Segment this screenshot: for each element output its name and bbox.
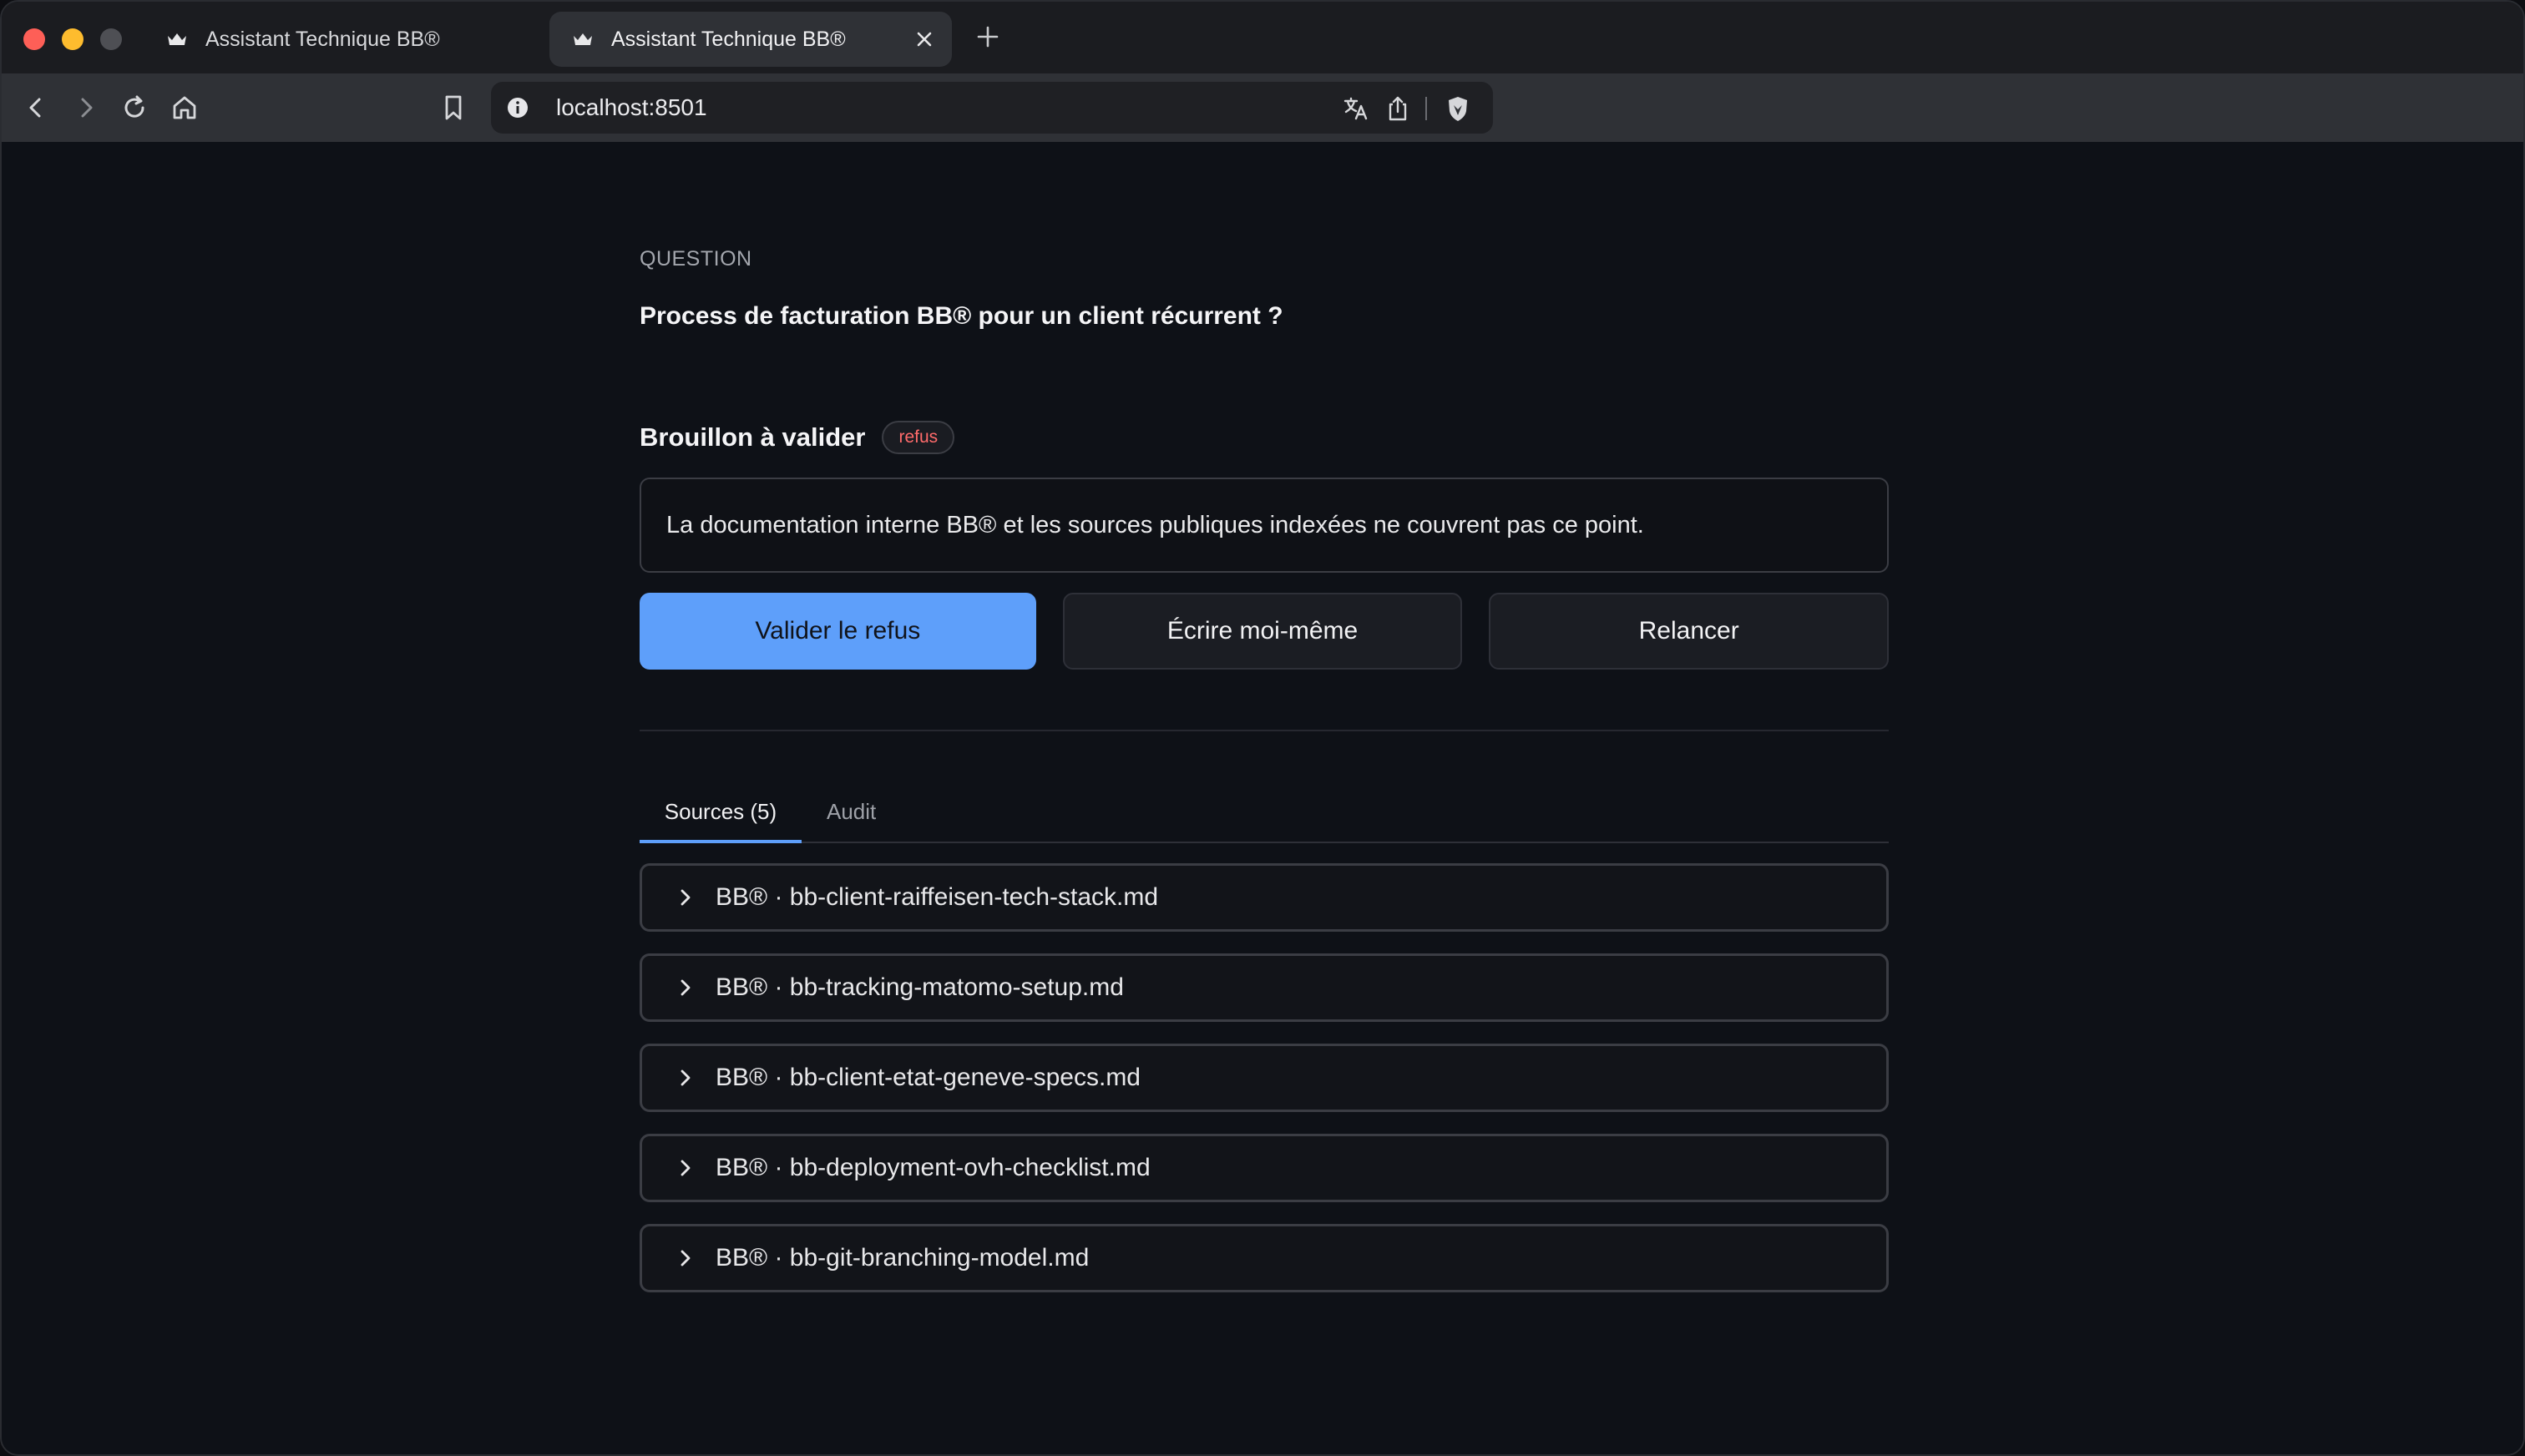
address-bar[interactable]: localhost:8501 (491, 82, 1493, 134)
source-name: BB® · bb-client-raiffeisen-tech-stack.md (716, 883, 1159, 911)
source-name: BB® · bb-deployment-ovh-checklist.md (716, 1154, 1151, 1181)
source-expander[interactable]: BB® · bb-client-etat-geneve-specs.md (640, 1044, 1889, 1112)
source-name: BB® · bb-tracking-matomo-setup.md (716, 973, 1124, 1001)
crown-icon (165, 28, 189, 51)
reload-icon[interactable] (117, 90, 152, 125)
chevron-right-icon (674, 886, 697, 909)
url-text: localhost:8501 (556, 94, 707, 120)
bookmark-icon[interactable] (436, 90, 471, 125)
active-tab-indicator (640, 840, 802, 843)
minimize-window-button[interactable] (62, 28, 83, 50)
forward-icon[interactable] (68, 90, 104, 125)
app-content: QUESTION Process de facturation BB® pour… (2, 142, 2523, 1454)
section-divider (640, 730, 1889, 731)
tab-title: Assistant Technique BB® (611, 27, 846, 51)
browser-tab-2[interactable]: Assistant Technique BB® (549, 12, 952, 67)
retry-button[interactable]: Relancer (1489, 593, 1890, 670)
address-bar-separator (1425, 97, 1427, 120)
draft-answer-box: La documentation interne BB® et les sour… (640, 478, 1889, 573)
write-myself-button[interactable]: Écrire moi-même (1062, 593, 1463, 670)
tab-audit-label: Audit (827, 798, 877, 824)
chevron-right-icon (674, 1156, 697, 1180)
source-name: BB® · bb-git-branching-model.md (716, 1244, 1090, 1271)
back-icon[interactable] (18, 90, 53, 125)
tab-audit[interactable]: Audit (827, 780, 876, 843)
result-tabs: Sources (5) Audit (640, 780, 1889, 843)
new-tab-icon[interactable] (974, 23, 1001, 50)
browser-window: Assistant Technique BB® Assistant Techni… (0, 0, 2525, 1456)
browser-toolbar: localhost:8501 (2, 73, 2523, 142)
translate-icon[interactable] (1341, 94, 1371, 124)
action-buttons: Valider le refus Écrire moi-même Relance… (640, 593, 1890, 670)
question-label: QUESTION (640, 247, 752, 270)
validate-refusal-button[interactable]: Valider le refus (640, 593, 1036, 670)
draft-title: Brouillon à valider (640, 422, 866, 452)
source-name: BB® · bb-client-etat-geneve-specs.md (716, 1064, 1141, 1091)
tab-sources[interactable]: Sources (5) (640, 780, 802, 843)
source-expander[interactable]: BB® · bb-client-raiffeisen-tech-stack.md (640, 863, 1889, 932)
source-expander[interactable]: BB® · bb-deployment-ovh-checklist.md (640, 1134, 1889, 1202)
site-info-icon[interactable] (506, 96, 529, 119)
chevron-right-icon (674, 1246, 697, 1270)
crown-icon (571, 28, 595, 51)
chevron-right-icon (674, 1066, 697, 1089)
draft-answer-text: La documentation interne BB® et les sour… (666, 511, 1644, 538)
tab-strip: Assistant Technique BB® Assistant Techni… (2, 2, 2523, 73)
chevron-right-icon (674, 976, 697, 999)
tab-title: Assistant Technique BB® (205, 27, 440, 51)
share-icon[interactable] (1383, 94, 1413, 124)
close-window-button[interactable] (23, 28, 45, 50)
source-expander[interactable]: BB® · bb-git-branching-model.md (640, 1224, 1889, 1292)
status-badge: refus (882, 421, 955, 454)
home-icon[interactable] (167, 90, 202, 125)
zoom-window-button[interactable] (100, 28, 122, 50)
brave-shields-icon[interactable] (1443, 94, 1473, 124)
close-tab-icon[interactable] (913, 28, 935, 50)
source-expander[interactable]: BB® · bb-tracking-matomo-setup.md (640, 953, 1889, 1022)
draft-header: Brouillon à valider refus (640, 421, 1889, 454)
tab-sources-label: Sources (5) (664, 798, 777, 824)
question-text: Process de facturation BB® pour un clien… (640, 302, 1283, 330)
browser-tab-1[interactable]: Assistant Technique BB® (144, 12, 536, 67)
